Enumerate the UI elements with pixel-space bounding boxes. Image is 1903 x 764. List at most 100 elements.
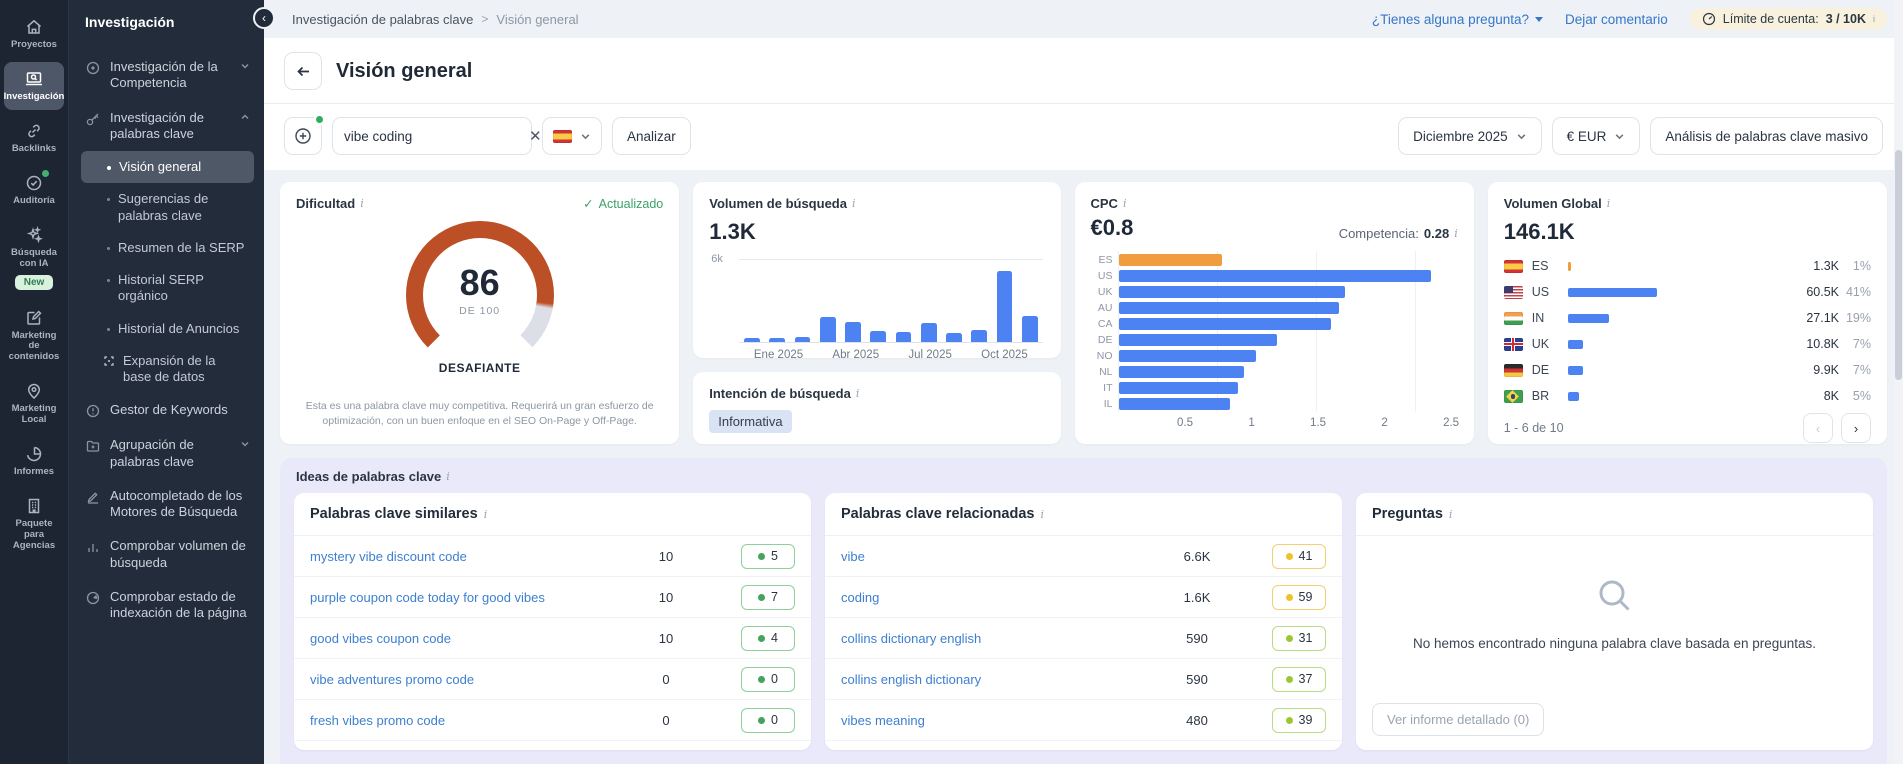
country-volume-bar[interactable] <box>1567 287 1657 297</box>
add-keyword-button[interactable] <box>284 114 325 155</box>
difficulty-badge[interactable]: 59 <box>1272 584 1326 610</box>
sidebar-subitem-sugerencias[interactable]: Sugerencias de palabras clave <box>81 183 254 232</box>
scrollbar-thumb[interactable] <box>1895 150 1902 380</box>
sidebar-subitem-resumen-serp[interactable]: Resumen de la SERP <box>81 232 254 264</box>
country-volume-bar[interactable] <box>1567 339 1583 349</box>
difficulty-badge[interactable]: 7 <box>741 584 795 610</box>
sidebar-item-autocompletado[interactable]: Autocompletado de los Motores de Búsqued… <box>81 479 254 530</box>
volume-bar[interactable] <box>920 323 937 342</box>
sidebar-subitem-expansion[interactable]: Expansión de la base de datos <box>81 345 254 394</box>
country-volume-bar[interactable] <box>1567 313 1610 323</box>
volume-bar[interactable] <box>819 317 836 342</box>
currency-select[interactable]: € EUR <box>1551 117 1641 155</box>
keyword-input[interactable] <box>344 128 521 144</box>
keyword-link[interactable]: collins english dictionary <box>841 672 1122 687</box>
difficulty-badge[interactable]: 31 <box>1272 625 1326 651</box>
info-icon[interactable]: i <box>360 197 364 210</box>
rail-item-investigacion[interactable]: Investigación <box>4 61 64 110</box>
period-select[interactable]: Diciembre 2025 <box>1398 117 1542 155</box>
analyze-button[interactable]: Analizar <box>612 117 691 155</box>
clear-icon[interactable]: ✕ <box>529 129 542 144</box>
sidebar-item-comprobar-indexacion[interactable]: Comprobar estado de indexación de la pág… <box>81 580 254 631</box>
difficulty-badge[interactable]: 39 <box>1272 707 1326 733</box>
difficulty-badge[interactable]: 0 <box>741 666 795 692</box>
questions-report-button[interactable]: Ver informe detallado (0) <box>1372 703 1545 736</box>
cpc-bar[interactable] <box>1118 397 1231 410</box>
rail-item-marketing-local[interactable]: Marketing Local <box>4 374 64 433</box>
rail-item-informes[interactable]: Informes <box>4 437 64 485</box>
info-icon[interactable]: i <box>1454 227 1458 240</box>
sidebar-item-palabras-clave[interactable]: Investigación de palabras clave <box>81 101 254 152</box>
feedback-link[interactable]: Dejar comentario <box>1565 12 1668 27</box>
sidebar-subitem-vision-general[interactable]: Visión general <box>81 151 254 184</box>
volume-bar[interactable] <box>870 330 887 342</box>
volume-bar[interactable] <box>845 321 861 342</box>
cpc-bar[interactable] <box>1118 349 1256 362</box>
volume-bar[interactable] <box>971 330 988 342</box>
difficulty-badge[interactable]: 4 <box>741 625 795 651</box>
info-icon[interactable]: i <box>1607 197 1611 210</box>
keyword-link[interactable]: vibes meaning <box>841 713 1122 728</box>
volume-bar[interactable] <box>996 271 1013 342</box>
prev-page-button[interactable]: ‹ <box>1803 413 1833 443</box>
volume-bar[interactable] <box>895 331 912 342</box>
sidebar-item-comprobar-volumen[interactable]: Comprobar volumen de búsqueda <box>81 529 254 580</box>
info-icon[interactable]: i <box>1449 508 1453 521</box>
keyword-link[interactable]: vibe adventures promo code <box>310 672 591 687</box>
volume-bar[interactable] <box>769 337 785 342</box>
cpc-bar[interactable] <box>1118 301 1340 314</box>
rail-item-backlinks[interactable]: Backlinks <box>4 114 64 162</box>
difficulty-badge[interactable]: 0 <box>741 707 795 733</box>
keyword-link[interactable]: fresh vibes promo code <box>310 713 591 728</box>
page-scrollbar[interactable] <box>1894 0 1903 764</box>
info-icon[interactable]: i <box>484 508 488 521</box>
sidebar-collapse-button[interactable]: ‹ <box>253 7 275 29</box>
help-menu-link[interactable]: ¿Tienes alguna pregunta? <box>1372 12 1543 27</box>
volume-bar[interactable] <box>946 333 962 342</box>
keyword-link[interactable]: mystery vibe discount code <box>310 549 591 564</box>
difficulty-badge[interactable]: 5 <box>741 543 795 569</box>
breadcrumb-section[interactable]: Investigación de palabras clave <box>292 12 473 27</box>
sidebar-subitem-historial-serp[interactable]: Historial SERP orgánico <box>81 264 254 313</box>
sidebar-item-gestor[interactable]: Gestor de Keywords <box>81 393 254 428</box>
keyword-link[interactable]: collins dictionary english <box>841 631 1122 646</box>
next-page-button[interactable]: › <box>1841 413 1871 443</box>
rail-item-marketing-contenidos[interactable]: Marketing de contenidos <box>4 301 64 371</box>
cpc-bar[interactable] <box>1118 365 1244 378</box>
info-icon[interactable]: i <box>856 387 860 400</box>
difficulty-badge[interactable]: 41 <box>1272 543 1326 569</box>
cpc-bar[interactable] <box>1118 333 1277 346</box>
keyword-link[interactable]: vibe <box>841 549 1122 564</box>
difficulty-badge[interactable]: 37 <box>1272 666 1326 692</box>
keyword-link[interactable]: good vibes coupon code <box>310 631 591 646</box>
country-volume-bar[interactable] <box>1567 391 1579 401</box>
cpc-bar[interactable] <box>1118 285 1345 298</box>
cpc-bar[interactable] <box>1118 381 1239 394</box>
sidebar-item-agrupacion[interactable]: Agrupación de palabras clave <box>81 428 254 479</box>
volume-bar[interactable] <box>1021 315 1038 342</box>
rail-item-paquete-agencias[interactable]: Paquete para Agencias <box>4 489 64 559</box>
country-select[interactable] <box>542 117 602 155</box>
rail-item-proyectos[interactable]: Proyectos <box>4 10 64 58</box>
keyword-link[interactable]: coding <box>841 590 1122 605</box>
cpc-bar[interactable] <box>1118 269 1432 282</box>
info-icon[interactable]: i <box>852 197 856 210</box>
rail-item-busqueda-ia[interactable]: Búsqueda con IA New <box>4 218 64 297</box>
sidebar-subitem-historial-anuncios[interactable]: Historial de Anuncios <box>81 313 254 345</box>
volume-bar[interactable] <box>744 337 760 342</box>
country-volume-bar[interactable] <box>1567 261 1571 271</box>
cpc-bar[interactable] <box>1118 317 1332 330</box>
info-icon[interactable]: i <box>446 470 450 483</box>
bulk-analysis-button[interactable]: Análisis de palabras clave masivo <box>1650 117 1883 155</box>
check-icon: ✓ <box>583 197 594 211</box>
keyword-link[interactable]: purple coupon code today for good vibes <box>310 590 591 605</box>
volume-bar[interactable] <box>794 337 811 342</box>
country-volume-bar[interactable] <box>1567 365 1583 375</box>
info-icon[interactable]: i <box>1040 508 1044 521</box>
rail-item-auditoria[interactable]: Auditoría <box>4 166 64 214</box>
cpc-bar[interactable] <box>1118 253 1223 266</box>
sidebar-item-competencia[interactable]: Investigación de la Competencia <box>81 50 254 101</box>
back-button[interactable] <box>284 52 322 90</box>
info-icon[interactable]: i <box>1123 197 1127 210</box>
account-limit-badge[interactable]: Límite de cuenta: 3 / 10K i <box>1689 8 1887 30</box>
